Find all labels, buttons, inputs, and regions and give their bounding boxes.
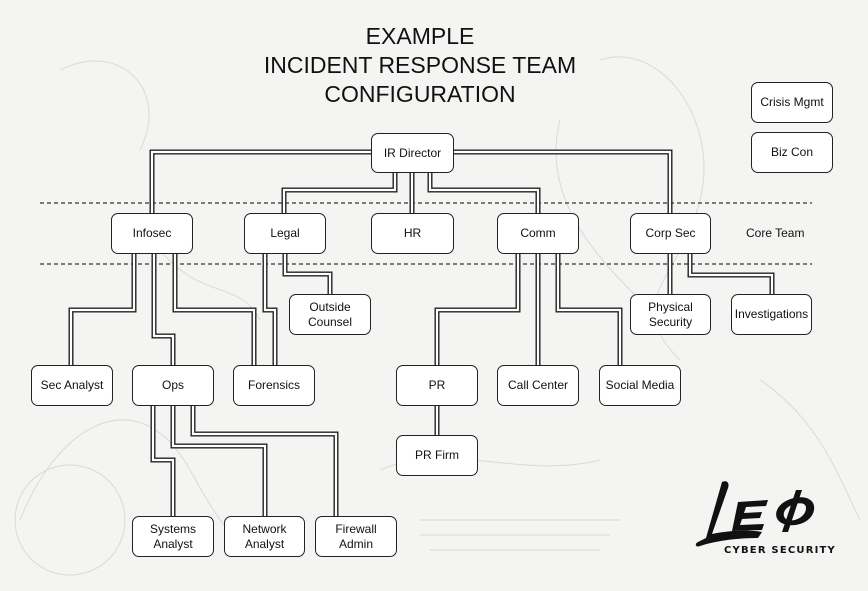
logo-letter-e: [732, 500, 768, 531]
core-team-label: Core Team: [746, 226, 805, 240]
connector-ops-to-network-inner: [171, 406, 267, 516]
node-pr-firm: PR Firm: [396, 435, 478, 476]
connector-corpsec-to-invest-inner: [688, 254, 774, 294]
connector-director-to-corpsec-inner: [454, 150, 672, 213]
node-pr: PR: [396, 365, 478, 406]
node-biz-con: Biz Con: [751, 132, 833, 173]
logo-slash: [782, 490, 802, 532]
connector-director-to-comm-inner: [428, 173, 540, 213]
node-forensics: Forensics: [233, 365, 315, 406]
node-ir-director: IR Director: [371, 133, 454, 173]
node-infosec: Infosec: [111, 213, 193, 254]
connector-ops-to-network: [170, 406, 268, 516]
node-social-media: Social Media: [599, 365, 681, 406]
connector-infosec-to-ops-inner: [152, 254, 175, 365]
node-corp-sec: Corp Sec: [630, 213, 711, 254]
connector-director-to-legal: [281, 173, 398, 213]
node-comm: Comm: [497, 213, 579, 254]
node-sec-analyst: Sec Analyst: [31, 365, 113, 406]
node-call-center: Call Center: [497, 365, 579, 406]
node-network-analyst: Network Analyst: [224, 516, 305, 557]
connector-infosec-to-ops: [151, 254, 176, 365]
node-hr: HR: [371, 213, 454, 254]
connector-ops-to-systems-inner: [151, 406, 175, 516]
connector-comm-to-socialmedia-inner: [556, 254, 622, 365]
node-outside-counsel: Outside Counsel: [289, 294, 371, 335]
node-investigations: Investigations: [731, 294, 812, 335]
connector-comm-to-pr-inner: [435, 254, 520, 365]
connector-director-to-legal-inner: [282, 173, 397, 213]
node-crisis-mgmt: Crisis Mgmt: [751, 82, 833, 123]
node-legal: Legal: [244, 213, 326, 254]
connector-director-to-infosec: [149, 149, 371, 213]
logo-subtitle: CYBER SECURITY: [724, 545, 836, 556]
connector-legal-to-counsel-inner: [283, 254, 332, 294]
node-firewall-admin: Firewall Admin: [315, 516, 397, 557]
connector-infosec-to-forensics-inner: [173, 254, 256, 365]
node-ops: Ops: [132, 365, 214, 406]
connector-infosec-to-secanalyst-inner: [69, 254, 136, 365]
node-systems-analyst: Systems Analyst: [132, 516, 214, 557]
connector-director-to-corpsec: [454, 149, 673, 213]
connector-director-to-comm: [427, 173, 541, 213]
node-physical-security: Physical Security: [630, 294, 711, 335]
connector-director-to-infosec-inner: [150, 150, 371, 213]
